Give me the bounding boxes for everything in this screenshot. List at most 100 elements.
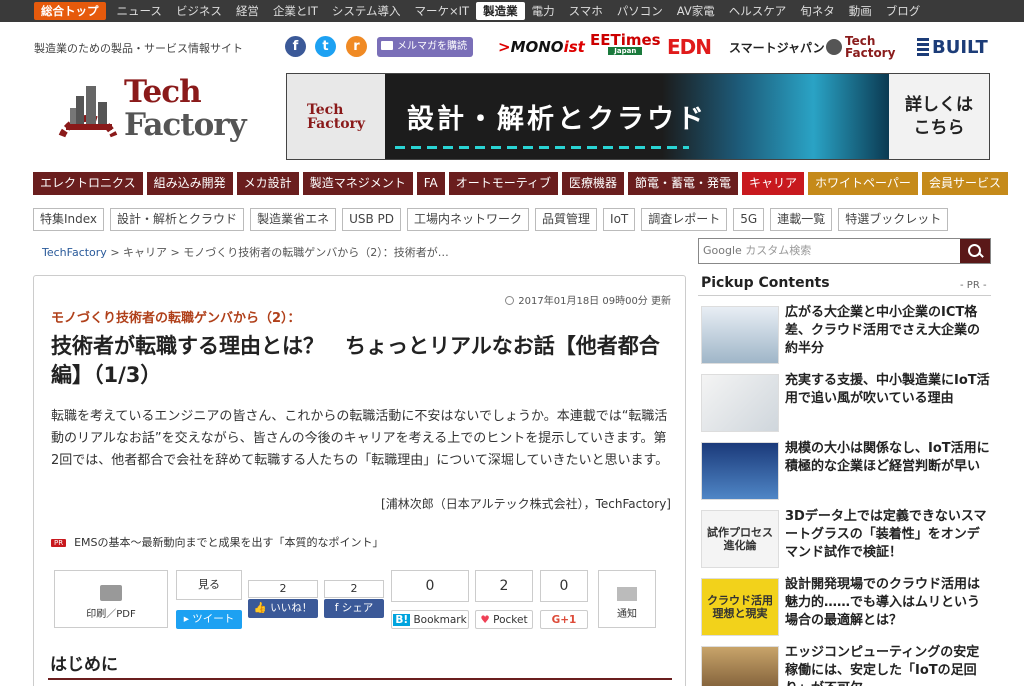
topic-tag[interactable]: 特集Index — [33, 208, 105, 231]
search-button[interactable] — [960, 239, 990, 263]
hatena-bookmark-button[interactable]: B! Bookmark — [391, 610, 469, 629]
eetimes-logo-sub: Japan — [608, 47, 643, 55]
breadcrumb-item[interactable]: TechFactory — [42, 246, 107, 259]
category-nav-item[interactable]: 会員サービス — [921, 172, 1008, 195]
global-nav-item[interactable]: ヘルスケア — [722, 2, 794, 20]
category-nav-item[interactable]: 医療機器 — [562, 172, 625, 195]
topic-tag[interactable]: IoT — [603, 208, 636, 231]
global-nav-item[interactable]: システム導入 — [325, 2, 408, 20]
article-date-text: 2017年01月18日 09時00分 更新 — [518, 296, 671, 307]
factory-gear-icon — [58, 86, 118, 138]
global-nav-item[interactable]: 経営 — [229, 2, 266, 20]
rss-icon[interactable]: r — [346, 36, 367, 57]
tweet-count[interactable]: 見る — [176, 570, 242, 600]
pr-link[interactable]: PR EMSの基本〜最新動向までと成果を出す「本質的なポイント」 — [51, 534, 384, 550]
category-nav-item[interactable]: ホワイトペーパー — [808, 172, 918, 195]
category-nav: エレクトロニクス 組み込み開発 メカ設計 製造マネジメント FA オートモーティブ 医療機器… — [33, 172, 1008, 195]
banner-cta[interactable]: 詳しくは こちら — [889, 74, 989, 159]
category-nav-item[interactable]: 製造マネジメント — [302, 172, 413, 195]
ad-banner[interactable]: Tech Factory 設計・解析とクラウド 詳しくは こちら — [286, 73, 990, 160]
techfactory-partner-b: Factory — [845, 46, 896, 60]
global-nav-item[interactable]: パソコン — [610, 2, 670, 20]
topic-tag[interactable]: 特選ブックレット — [838, 208, 949, 231]
banner-headline-text: 設計・解析とクラウド — [407, 104, 707, 135]
pickup-thumbnail[interactable]: 試作プロセス進化論 — [701, 510, 779, 568]
fb-share-button[interactable]: f シェア — [324, 599, 384, 618]
pocket-icon: ♥ — [480, 614, 490, 626]
pocket-button[interactable]: ♥ Pocket — [475, 610, 533, 629]
pickup-item[interactable]: 充実する支援、中小製造業にIoT活用で追い風が吹いている理由 — [701, 372, 991, 438]
edn-logo[interactable]: EDN — [667, 34, 712, 60]
banner-cta-b: こちら — [913, 117, 965, 138]
section-heading-rule — [48, 678, 672, 680]
category-nav-item[interactable]: 組み込み開発 — [146, 172, 233, 195]
category-nav-item[interactable]: 節電・蓄電・発電 — [628, 172, 739, 195]
global-nav-item[interactable]: 電力 — [525, 2, 562, 20]
notify-button[interactable]: 通知 — [598, 570, 656, 628]
like-button[interactable]: 👍 いいね！ — [248, 599, 318, 618]
global-nav-item[interactable]: ブログ — [879, 2, 928, 20]
pickup-item[interactable]: エッジコンピューティングの安定稼働には、安定した「IoTの足回り」が不可欠 — [701, 644, 991, 686]
topic-tags: 特集Index 設計・解析とクラウド 製造業省エネ USB PD 工場内ネットワーク 品質… — [33, 208, 949, 231]
pickup-item-title[interactable]: 設計開発現場でのクラウド活用は魅力的……でも導入はムリという場合の最適解とは？ — [785, 576, 991, 630]
pickup-item-title[interactable]: エッジコンピューティングの安定稼働には、安定した「IoTの足回り」が不可欠 — [785, 644, 991, 686]
newsletter-button[interactable]: メルマガを購読 — [377, 37, 473, 57]
pickup-item-title[interactable]: 3Dデータ上では定義できないスマートグラスの「装着性」をオンデマンド試作で検証！ — [785, 508, 991, 562]
series-title[interactable]: モノづくり技術者の転職ゲンバから（2）： — [51, 307, 301, 326]
topic-tag[interactable]: 工場内ネットワーク — [407, 208, 530, 231]
search-input[interactable]: Google カスタム検索 — [699, 239, 960, 263]
pickup-item[interactable]: 規模の大小は関係なし、IoT活用に積極的な企業ほど経営判断が早い — [701, 440, 991, 506]
built-logo[interactable]: BUILT — [917, 34, 988, 60]
article-lead: 転職を考えているエンジニアの皆さん、これからの転職活動に不安はないでしょうか。本… — [51, 409, 669, 468]
breadcrumb-item: モノづくり技術者の転職ゲンバから（2）：技術者が… — [183, 246, 449, 259]
category-nav-item[interactable]: エレクトロニクス — [33, 172, 143, 195]
category-nav-item[interactable]: オートモーティブ — [448, 172, 558, 195]
monoist-logo[interactable]: > MONO ist — [498, 34, 585, 60]
breadcrumb-item[interactable]: キャリア — [123, 246, 167, 259]
pocket-label: Pocket — [493, 614, 528, 626]
topic-tag[interactable]: 設計・解析とクラウド — [110, 208, 245, 231]
print-pdf-button[interactable]: 印刷／PDF — [54, 570, 168, 628]
global-nav-item[interactable]: 動画 — [842, 2, 879, 20]
techfactory-partner-logo[interactable]: Tech Factory — [826, 34, 895, 60]
pickup-thumbnail-text: 試作プロセス進化論 — [707, 526, 773, 552]
pickup-item[interactable]: 試作プロセス進化論 3Dデータ上では定義できないスマートグラスの「装着性」をオンデ… — [701, 508, 991, 574]
topic-tag[interactable]: 5G — [733, 208, 765, 231]
category-nav-item[interactable]: メカ設計 — [236, 172, 299, 195]
global-nav-item[interactable]: ニュース — [110, 2, 169, 20]
topic-tag[interactable]: USB PD — [342, 208, 402, 231]
pickup-thumbnail[interactable]: クラウド活用理想と現実 — [701, 578, 779, 636]
global-nav-item[interactable]: 総合トップ — [34, 2, 106, 20]
global-nav-item[interactable]: ビジネス — [169, 2, 229, 20]
category-nav-item[interactable]: FA — [416, 172, 445, 195]
topic-tag[interactable]: 品質管理 — [535, 208, 598, 231]
gplus-button[interactable]: G+1 — [540, 610, 588, 629]
pickup-thumbnail[interactable] — [701, 374, 779, 432]
tweet-button[interactable]: ▸ ツイート — [176, 610, 242, 629]
pickup-item-title[interactable]: 規模の大小は関係なし、IoT活用に積極的な企業ほど経営判断が早い — [785, 440, 991, 476]
pickup-thumbnail[interactable] — [701, 306, 779, 364]
smartjapan-logo[interactable]: スマートジャパン — [729, 34, 825, 60]
global-nav-item[interactable]: マーケ×IT — [408, 2, 477, 20]
twitter-icon[interactable]: t — [315, 36, 336, 57]
pickup-item-title[interactable]: 充実する支援、中小製造業にIoT活用で追い風が吹いている理由 — [785, 372, 991, 408]
pickup-item[interactable]: クラウド活用理想と現実 設計開発現場でのクラウド活用は魅力的……でも導入はムリとい… — [701, 576, 991, 642]
pickup-thumbnail[interactable] — [701, 646, 779, 686]
topic-tag[interactable]: 連載一覧 — [770, 208, 833, 231]
eetimes-logo[interactable]: EETimes Japan — [590, 33, 661, 60]
global-nav-item[interactable]: 旬ネタ — [793, 2, 842, 20]
global-nav-item[interactable]: 製造業 — [476, 2, 525, 20]
pickup-item[interactable]: 広がる大企業と中小企業のICT格差、クラウド活用でさえ大企業の約半分 — [701, 304, 991, 370]
global-nav-item[interactable]: AV家電 — [670, 2, 722, 20]
pr-link-text: EMSの基本〜最新動向までと成果を出す「本質的なポイント」 — [74, 536, 384, 549]
print-pdf-label: 印刷／PDF — [86, 609, 136, 620]
pickup-thumbnail[interactable] — [701, 442, 779, 500]
pickup-item-title[interactable]: 広がる大企業と中小企業のICT格差、クラウド活用でさえ大企業の約半分 — [785, 304, 991, 358]
facebook-icon[interactable]: f — [285, 36, 306, 57]
category-nav-item[interactable]: キャリア — [742, 172, 805, 195]
global-nav-item[interactable]: 企業とIT — [266, 2, 325, 20]
site-logo[interactable]: Tech Factory — [56, 76, 256, 150]
topic-tag[interactable]: 製造業省エネ — [250, 208, 337, 231]
topic-tag[interactable]: 調査レポート — [641, 208, 728, 231]
global-nav-item[interactable]: スマホ — [562, 2, 610, 20]
